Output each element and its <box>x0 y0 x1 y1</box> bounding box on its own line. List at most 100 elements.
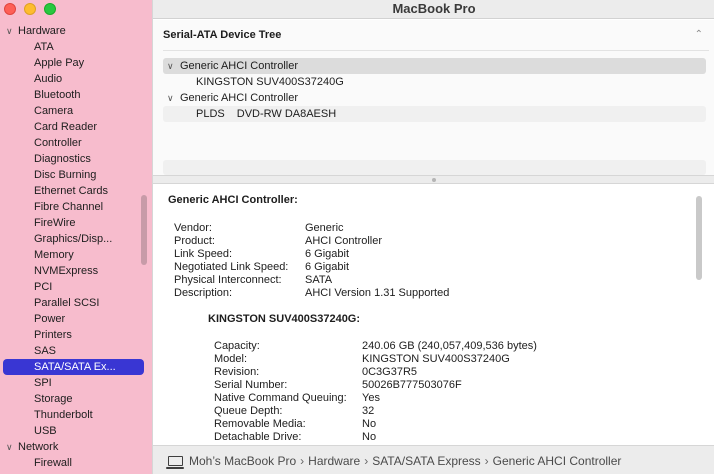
sidebar-item[interactable]: Thunderbolt <box>0 407 150 423</box>
sidebar-item[interactable]: SAS <box>0 343 150 359</box>
sidebar-item-label: Thunderbolt <box>34 409 93 421</box>
sidebar-item[interactable]: Apple Pay <box>0 55 150 71</box>
main-panel: MacBook Pro Serial-ATA Device Tree ⌃ ∨ G… <box>152 0 714 474</box>
chevron-down-icon[interactable]: ∨ <box>167 90 174 106</box>
breadcrumb: Moh’s MacBook Pro › Hardware › SATA/SATA Exp… <box>166 454 622 469</box>
sidebar-item-label: Power <box>34 313 66 325</box>
divider-handle[interactable] <box>432 178 436 182</box>
sidebar-item-label: SAS <box>34 345 57 357</box>
sidebar-item[interactable]: NVMExpress <box>0 263 150 279</box>
property-key: Negotiated Link Speed: <box>174 261 289 273</box>
sidebar-item[interactable]: Diagnostics <box>0 151 150 167</box>
property-row: Queue Depth: 32 <box>214 405 537 418</box>
property-key: Queue Depth: <box>214 405 283 417</box>
breadcrumb-separator: › <box>364 454 369 468</box>
sidebar-item[interactable]: SPI <box>0 375 150 391</box>
property-key: Serial Number: <box>214 379 288 391</box>
property-value: KINGSTON SUV400S37240G <box>362 353 510 365</box>
controller-row[interactable]: ∨ Generic AHCI Controller <box>163 58 706 74</box>
property-row: Revision: 0C3G37R5 <box>214 366 537 379</box>
device-row[interactable]: KINGSTON SUV400S37240G <box>163 74 706 90</box>
sidebar-group[interactable]: ∨ Network <box>0 439 150 455</box>
sidebar-item-label: Ethernet Cards <box>34 185 108 197</box>
property-value: AHCI Controller <box>305 235 383 247</box>
window-controls <box>4 3 64 15</box>
sidebar-item[interactable]: Graphics/Disp... <box>0 231 150 247</box>
sidebar-item[interactable]: USB <box>0 423 150 439</box>
property-row: Model: KINGSTON SUV400S37240G <box>214 353 537 366</box>
sidebar-item[interactable]: Audio <box>0 71 150 87</box>
sidebar-item[interactable]: Printers <box>0 327 150 343</box>
zoom-window-button[interactable] <box>44 3 56 15</box>
device-row[interactable]: PLDS DVD-RW DA8AESH <box>163 106 706 122</box>
sidebar-item[interactable]: Memory <box>0 247 150 263</box>
sidebar-item-label: Fibre Channel <box>34 201 104 213</box>
chevron-down-icon[interactable]: ∨ <box>6 23 13 39</box>
sidebar-item[interactable]: FireWire <box>0 215 150 231</box>
property-value: 50026B777503076F <box>362 379 462 391</box>
property-key: Revision: <box>214 366 260 378</box>
property-row: Physical Interconnect: SATA <box>174 274 449 287</box>
property-value: No <box>362 418 377 430</box>
property-row: Serial Number: 50026B777503076F <box>214 379 537 392</box>
sidebar-item[interactable]: Bluetooth <box>0 87 150 103</box>
device-tree-title: Serial-ATA Device Tree <box>163 29 282 41</box>
split-divider[interactable] <box>153 175 714 184</box>
close-window-button[interactable] <box>4 3 16 15</box>
sidebar-group-label: Hardware <box>18 25 66 37</box>
sidebar-scrollbar[interactable] <box>141 195 147 265</box>
sidebar-item-label: Bluetooth <box>34 89 81 101</box>
sidebar-item[interactable]: Parallel SCSI <box>0 295 150 311</box>
window-title: MacBook Pro <box>392 1 476 16</box>
device-model: DVD-RW DA8AESH <box>236 108 337 120</box>
property-value: No <box>362 431 377 443</box>
chevron-down-icon[interactable]: ∨ <box>167 58 174 74</box>
controller-label: Generic AHCI Controller <box>180 92 298 104</box>
controller-properties: Vendor: Generic Product: AHCI Controller Lin… <box>174 222 449 300</box>
device-tree-panel: Serial-ATA Device Tree ⌃ ∨ Generic AHCI … <box>153 20 714 175</box>
property-value: 6 Gigabit <box>305 261 350 273</box>
sidebar-item[interactable]: ATA <box>0 39 150 55</box>
sidebar-item[interactable]: Power <box>0 311 150 327</box>
sidebar-item[interactable]: Firewall <box>0 455 150 471</box>
sidebar-item[interactable]: Storage <box>0 391 150 407</box>
breadcrumb-item[interactable]: Moh’s MacBook Pro <box>189 454 296 468</box>
breadcrumb-item[interactable]: Hardware <box>308 454 360 468</box>
minimize-window-button[interactable] <box>24 3 36 15</box>
property-key: Capacity: <box>214 340 260 352</box>
chevron-down-icon[interactable]: ∨ <box>6 439 13 455</box>
sidebar-item-label: Firewall <box>34 457 72 469</box>
sidebar-item[interactable]: Ethernet Cards <box>0 183 150 199</box>
property-row: Negotiated Link Speed: 6 Gigabit <box>174 261 449 274</box>
sidebar-item[interactable]: Camera <box>0 103 150 119</box>
property-value: 6 Gigabit <box>305 248 350 260</box>
details-panel: Generic AHCI Controller: Vendor: Generic P… <box>153 184 714 445</box>
breadcrumb-item[interactable]: Generic AHCI Controller <box>493 454 622 468</box>
sidebar-item[interactable]: Card Reader <box>0 119 150 135</box>
property-key: Detachable Drive: <box>214 431 302 443</box>
sidebar-item[interactable]: Fibre Channel <box>0 199 150 215</box>
property-row: Detachable Drive: No <box>214 431 537 444</box>
property-value: Generic <box>305 222 344 234</box>
property-row: Product: AHCI Controller <box>174 235 449 248</box>
sidebar-item-label: Storage <box>34 393 73 405</box>
sidebar-item[interactable]: Controller <box>0 135 150 151</box>
sidebar-item[interactable]: SATA/SATA Ex... <box>3 359 144 375</box>
property-row: Native Command Queuing: Yes <box>214 392 537 405</box>
sidebar-item-label: SATA/SATA Ex... <box>34 361 116 373</box>
chevron-up-icon[interactable]: ⌃ <box>695 29 703 40</box>
sidebar-item[interactable]: PCI <box>0 279 150 295</box>
sidebar-item[interactable]: Disc Burning <box>0 167 150 183</box>
breadcrumb-separator: › <box>484 454 489 468</box>
controller-row[interactable]: ∨ Generic AHCI Controller <box>163 90 706 106</box>
device-title: KINGSTON SUV400S37240G: <box>208 313 361 325</box>
details-scrollbar[interactable] <box>696 196 702 280</box>
sidebar-item-label: Memory <box>34 249 74 261</box>
breadcrumb-item[interactable]: SATA/SATA Express <box>372 454 480 468</box>
laptop-icon <box>166 456 184 469</box>
sidebar-group[interactable]: ∨ Hardware <box>0 23 150 39</box>
device-tree-header[interactable]: Serial-ATA Device Tree ⌃ <box>163 27 709 51</box>
device-model: KINGSTON SUV400S37240G <box>196 76 344 88</box>
empty-row <box>163 160 706 175</box>
property-key: Model: <box>214 353 248 365</box>
